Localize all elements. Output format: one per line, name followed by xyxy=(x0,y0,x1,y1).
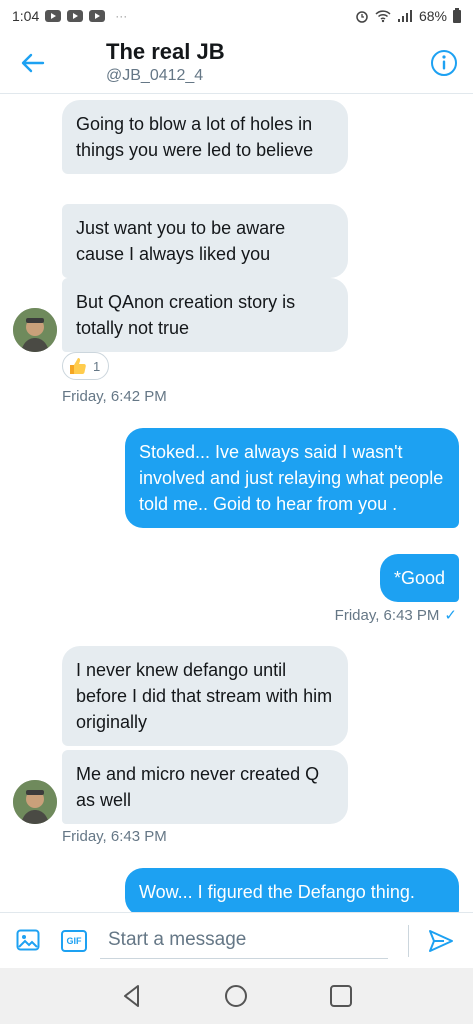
message-outgoing[interactable]: *Good xyxy=(379,554,459,602)
battery-icon xyxy=(453,7,461,23)
message-incoming[interactable]: But QAnon creation story is totally not … xyxy=(62,278,348,352)
info-icon[interactable] xyxy=(429,48,459,78)
signal-icon xyxy=(397,10,412,22)
gif-icon[interactable]: GIF xyxy=(61,930,87,952)
youtube-notification-icon xyxy=(45,10,62,22)
conversation-title: The real JB xyxy=(106,39,225,64)
nav-back-icon[interactable] xyxy=(118,982,146,1010)
nav-recent-apps-icon[interactable] xyxy=(327,982,355,1010)
more-notifications-icon: ··· xyxy=(115,9,128,23)
message-timestamp: Friday, 6:43 PM xyxy=(62,828,167,845)
message-outgoing[interactable]: Wow... I figured the Defango thing. xyxy=(125,868,459,912)
thumbs-up-icon xyxy=(70,358,86,374)
avatar[interactable] xyxy=(13,308,57,352)
image-icon[interactable] xyxy=(16,929,40,951)
message-timestamp: Friday, 6:42 PM xyxy=(62,388,167,405)
message-incoming[interactable]: Me and micro never created Q as well xyxy=(62,750,348,824)
message-timestamp: Friday, 6:43 PM ✓ xyxy=(335,606,457,624)
youtube-notification-icon xyxy=(89,10,106,22)
conversation-title-block[interactable]: The real JB @JB_0412_4 xyxy=(106,39,225,85)
status-bar: 1:04 ··· 68% xyxy=(0,0,473,32)
message-composer: GIF xyxy=(0,912,473,968)
conversation-handle: @JB_0412_4 xyxy=(106,67,204,84)
message-reaction[interactable]: 1 xyxy=(62,352,110,380)
message-incoming[interactable]: Just want you to be aware cause I always… xyxy=(62,204,348,278)
avatar[interactable] xyxy=(13,780,57,824)
sent-check-icon: ✓ xyxy=(444,607,457,624)
message-incoming[interactable]: I never knew defango until before I did … xyxy=(62,646,348,746)
wifi-icon xyxy=(375,10,391,23)
timestamp-text: Friday, 6:43 PM xyxy=(334,607,440,624)
avatar-image xyxy=(13,308,57,352)
reaction-count: 1 xyxy=(93,358,101,374)
message-incoming[interactable]: Going to blow a lot of holes in things y… xyxy=(62,100,348,174)
composer-divider xyxy=(408,925,409,957)
avatar-image xyxy=(13,780,57,824)
conversation-header: The real JB @JB_0412_4 xyxy=(0,32,473,94)
youtube-notification-icon xyxy=(67,10,84,22)
status-time: 1:04 xyxy=(12,8,40,24)
message-thread[interactable]: Going to blow a lot of holes in things y… xyxy=(0,94,473,912)
system-navigation-bar xyxy=(0,968,473,1024)
arrow-left-icon[interactable] xyxy=(18,48,48,78)
battery-percent: 68% xyxy=(418,8,447,24)
message-input[interactable] xyxy=(100,921,388,959)
send-icon[interactable] xyxy=(428,929,454,953)
alarm-icon xyxy=(356,11,368,23)
nav-home-icon[interactable] xyxy=(222,982,250,1010)
message-outgoing[interactable]: Stoked... Ive always said I wasn't invol… xyxy=(125,428,459,528)
